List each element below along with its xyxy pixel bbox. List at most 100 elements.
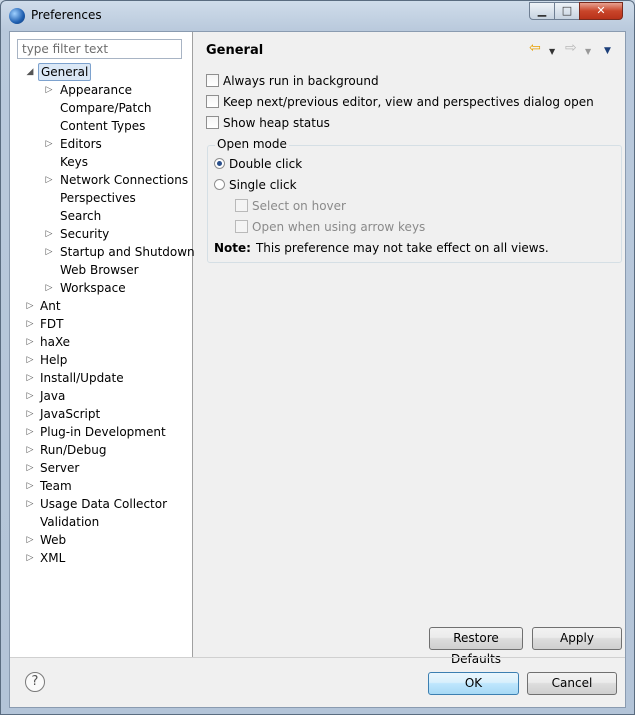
dialog-button-bar: ? OK Cancel: [10, 657, 625, 708]
show-heap-status-checkbox[interactable]: Show heap status: [206, 115, 330, 131]
collapsed-triangle-icon[interactable]: ▷: [25, 369, 35, 387]
collapsed-triangle-icon[interactable]: ▷: [44, 171, 54, 189]
preferences-window: Preferences ▁ □ ✕ ◢General▷AppearanceCom…: [0, 0, 635, 715]
tree-item[interactable]: ▷ JavaScript: [10, 405, 192, 423]
checkbox-box[interactable]: [206, 116, 219, 129]
note-text: This preference may not take effect on a…: [255, 241, 549, 255]
radio-button[interactable]: [214, 179, 225, 190]
back-history-dropdown-icon[interactable]: ▼: [549, 45, 555, 59]
open-mode-group-title: Open mode: [215, 137, 289, 151]
double-click-radio[interactable]: Double click: [214, 156, 302, 172]
tree-item[interactable]: ▷ Network Connections: [10, 171, 192, 189]
tree-item[interactable]: ▷ Plug-in Development: [10, 423, 192, 441]
tree-item[interactable]: ▷ FDT: [10, 315, 192, 333]
dialog-body: ◢General▷AppearanceCompare/PatchContent …: [9, 31, 626, 708]
tree-item[interactable]: ▷ Server: [10, 459, 192, 477]
tree-item-label: Security: [60, 227, 110, 241]
collapsed-triangle-icon[interactable]: ▷: [25, 387, 35, 405]
tree-item[interactable]: ▷ haXe: [10, 333, 192, 351]
tree-item[interactable]: ▷ Startup and Shutdown: [10, 243, 195, 261]
collapsed-triangle-icon[interactable]: ▷: [25, 315, 35, 333]
collapsed-triangle-icon[interactable]: ▷: [44, 135, 54, 153]
tree-item-label: Plug-in Development: [40, 425, 166, 439]
collapsed-triangle-icon[interactable]: ▷: [25, 549, 35, 567]
collapsed-triangle-icon[interactable]: ▷: [25, 495, 35, 513]
filter-input[interactable]: [17, 39, 182, 59]
tree-item-label: Usage Data Collector: [40, 497, 168, 511]
tree-item[interactable]: Perspectives: [10, 189, 192, 207]
help-icon[interactable]: ?: [25, 672, 45, 692]
tree-item[interactable]: ▷ Editors: [10, 135, 192, 153]
tree-item[interactable]: Validation: [10, 513, 192, 531]
maximize-button[interactable]: □: [554, 2, 580, 20]
tree-item-label: Java: [40, 389, 66, 403]
collapsed-triangle-icon[interactable]: ▷: [44, 243, 54, 261]
tree-item[interactable]: Keys: [10, 153, 192, 171]
collapsed-triangle-icon[interactable]: ▷: [25, 477, 35, 495]
tree-item[interactable]: ▷ Security: [10, 225, 192, 243]
keep-dialog-open-checkbox[interactable]: Keep next/previous editor, view and pers…: [206, 94, 594, 110]
minimize-button[interactable]: ▁: [529, 2, 555, 20]
collapsed-triangle-icon[interactable]: ▷: [25, 333, 35, 351]
close-button[interactable]: ✕: [579, 2, 623, 20]
tree-item-label: Content Types: [60, 119, 146, 133]
tree-item[interactable]: ▷ XML: [10, 549, 192, 567]
expanded-triangle-icon[interactable]: ◢: [25, 63, 35, 81]
tree-item[interactable]: Search: [10, 207, 192, 225]
view-menu-icon[interactable]: ▼: [604, 44, 611, 58]
collapsed-triangle-icon[interactable]: ▷: [44, 81, 54, 99]
tree-item[interactable]: ▷ Run/Debug: [10, 441, 192, 459]
collapsed-triangle-icon[interactable]: ▷: [44, 225, 54, 243]
collapsed-triangle-icon[interactable]: ▷: [25, 531, 35, 549]
eclipse-icon: [9, 8, 25, 24]
title-bar[interactable]: Preferences ▁ □ ✕: [1, 1, 634, 31]
always-run-in-background-checkbox[interactable]: Always run in background: [206, 73, 379, 89]
tree-item-label: Network Connections: [60, 173, 189, 187]
tree-item-label: Compare/Patch: [60, 101, 152, 115]
tree-item[interactable]: ▷ Workspace: [10, 279, 192, 297]
forward-history-dropdown-icon[interactable]: ▼: [585, 45, 591, 59]
radio-button[interactable]: [214, 158, 225, 169]
tree-item[interactable]: Web Browser: [10, 261, 192, 279]
collapsed-triangle-icon[interactable]: ▷: [44, 279, 54, 297]
checkbox-label: Keep next/previous editor, view and pers…: [223, 95, 594, 109]
collapsed-triangle-icon[interactable]: ▷: [25, 351, 35, 369]
checkbox-box[interactable]: [206, 74, 219, 87]
collapsed-triangle-icon[interactable]: ▷: [25, 405, 35, 423]
collapsed-triangle-icon[interactable]: ▷: [25, 441, 35, 459]
tree-item[interactable]: ◢ General: [10, 63, 192, 81]
open-with-arrow-keys-checkbox: Open when using arrow keys: [235, 219, 425, 235]
tree-item[interactable]: ▷ Appearance: [10, 81, 192, 99]
tree-item-label: Install/Update: [40, 371, 124, 385]
tree-item[interactable]: ▷ Install/Update: [10, 369, 192, 387]
cancel-button[interactable]: Cancel: [527, 672, 617, 695]
single-click-radio[interactable]: Single click: [214, 177, 297, 193]
back-arrow-icon[interactable]: ⇦: [529, 41, 541, 55]
collapsed-triangle-icon[interactable]: ▷: [25, 459, 35, 477]
checkbox-box: [235, 220, 248, 233]
collapsed-triangle-icon[interactable]: ▷: [25, 423, 35, 441]
collapsed-triangle-icon[interactable]: ▷: [25, 297, 35, 315]
apply-button[interactable]: Apply: [532, 627, 622, 650]
tree-item-label: Appearance: [60, 83, 133, 97]
radio-label: Single click: [229, 178, 297, 192]
tree-item-label: Team: [40, 479, 72, 493]
tree-item-label: Ant: [40, 299, 61, 313]
forward-arrow-icon[interactable]: ⇨: [565, 41, 577, 55]
radio-label: Double click: [229, 157, 303, 171]
tree-item-label: FDT: [40, 317, 64, 331]
tree-item[interactable]: Content Types: [10, 117, 192, 135]
tree-item[interactable]: ▷ Ant: [10, 297, 192, 315]
tree-item[interactable]: ▷ Java: [10, 387, 192, 405]
tree-item[interactable]: ▷ Help: [10, 351, 192, 369]
tree-item[interactable]: ▷ Team: [10, 477, 192, 495]
window-title: Preferences: [31, 8, 102, 22]
ok-button[interactable]: OK: [428, 672, 519, 695]
checkbox-box[interactable]: [206, 95, 219, 108]
tree-item[interactable]: Compare/Patch: [10, 99, 192, 117]
restore-defaults-button[interactable]: Restore Defaults: [429, 627, 523, 666]
tree-item[interactable]: ▷ Usage Data Collector: [10, 495, 192, 513]
tree-item-label: Server: [40, 461, 80, 475]
page-title: General: [206, 43, 264, 58]
tree-item[interactable]: ▷ Web: [10, 531, 192, 549]
